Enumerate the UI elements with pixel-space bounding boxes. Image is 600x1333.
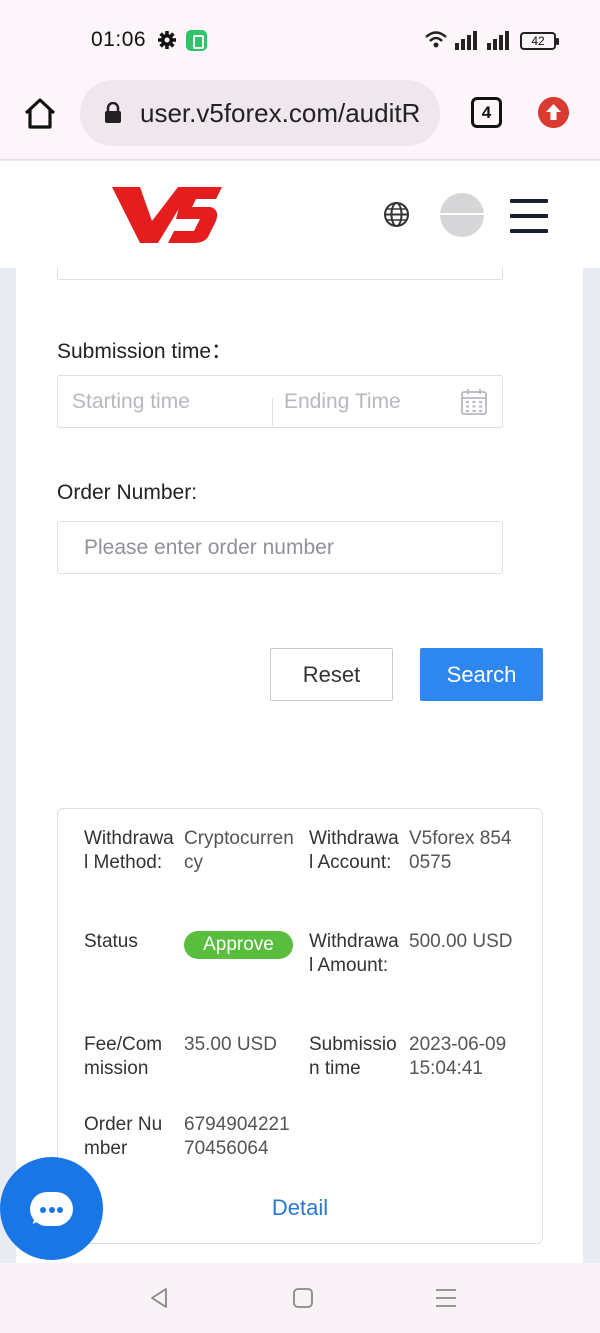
amount-value: 500.00 USD	[409, 931, 513, 952]
withdrawal-audit-panel: Submission time： Starting time Ending Ti…	[16, 268, 583, 1263]
date-range-picker[interactable]: Starting time Ending Time	[57, 375, 503, 428]
status-bar: 01:06 42	[0, 18, 600, 62]
home-square-icon[interactable]	[292, 1287, 314, 1309]
withdrawal-record-card: Withdrawal Method: Cryptocurrency Withdr…	[57, 808, 543, 1244]
settings-gear-icon	[158, 31, 176, 49]
language-globe-icon[interactable]	[383, 201, 410, 228]
user-avatar[interactable]	[440, 193, 484, 237]
method-value: Cryptocurrency	[184, 828, 294, 873]
calendar-icon[interactable]	[460, 388, 488, 416]
detail-link[interactable]: Detail	[58, 1195, 542, 1221]
url-bar[interactable]: user.v5forex.com/auditR	[80, 80, 440, 146]
site-header	[0, 161, 600, 268]
url-text: user.v5forex.com/auditR	[140, 98, 421, 128]
browser-chrome: 01:06 42 user.v5forex.com/auditR 4	[0, 0, 600, 160]
order-number-label: Order Number	[84, 1114, 163, 1159]
v5-logo[interactable]	[110, 181, 224, 247]
order-number-label: Order Number:	[57, 481, 198, 504]
start-time-input[interactable]: Starting time	[72, 390, 190, 414]
submission-time-label: Submission time：	[57, 340, 233, 363]
submission-time-label: Submission time	[309, 1034, 397, 1079]
status-time: 01:06	[91, 28, 147, 51]
fee-label: Fee/Commission	[84, 1034, 163, 1079]
method-label: Withdrawal Method:	[84, 828, 174, 873]
end-time-input[interactable]: Ending Time	[284, 390, 401, 414]
order-number-value: 679490422170456064	[184, 1114, 290, 1159]
previous-filter-field[interactable]	[57, 268, 503, 280]
battery-indicator: 42	[520, 32, 559, 50]
home-icon[interactable]	[22, 95, 58, 131]
chat-support-button[interactable]	[0, 1157, 103, 1260]
recents-menu-icon[interactable]	[435, 1287, 457, 1309]
system-nav-bar	[0, 1263, 600, 1333]
status-badge: Approve	[184, 931, 293, 959]
search-button[interactable]: Search	[420, 648, 543, 701]
back-icon[interactable]	[148, 1287, 170, 1309]
submission-time-value: 2023-06-09 15:04:41	[409, 1034, 507, 1079]
order-number-input[interactable]	[57, 521, 503, 574]
fee-value: 35.00 USD	[184, 1034, 277, 1055]
reset-button[interactable]: Reset	[270, 648, 393, 701]
chat-bubble-icon	[30, 1192, 73, 1226]
status-label: Status	[84, 931, 138, 952]
hamburger-menu-icon[interactable]	[510, 199, 548, 233]
amount-label: Withdrawal Amount:	[309, 931, 399, 976]
tab-switcher-button[interactable]: 4	[471, 97, 502, 128]
update-arrow-icon[interactable]	[538, 97, 569, 128]
account-label: Withdrawal Account:	[309, 828, 399, 873]
account-value: V5forex 8540575	[409, 828, 512, 873]
date-range-divider	[272, 398, 273, 426]
lock-icon	[105, 102, 121, 123]
app-notification-icon	[186, 30, 207, 51]
